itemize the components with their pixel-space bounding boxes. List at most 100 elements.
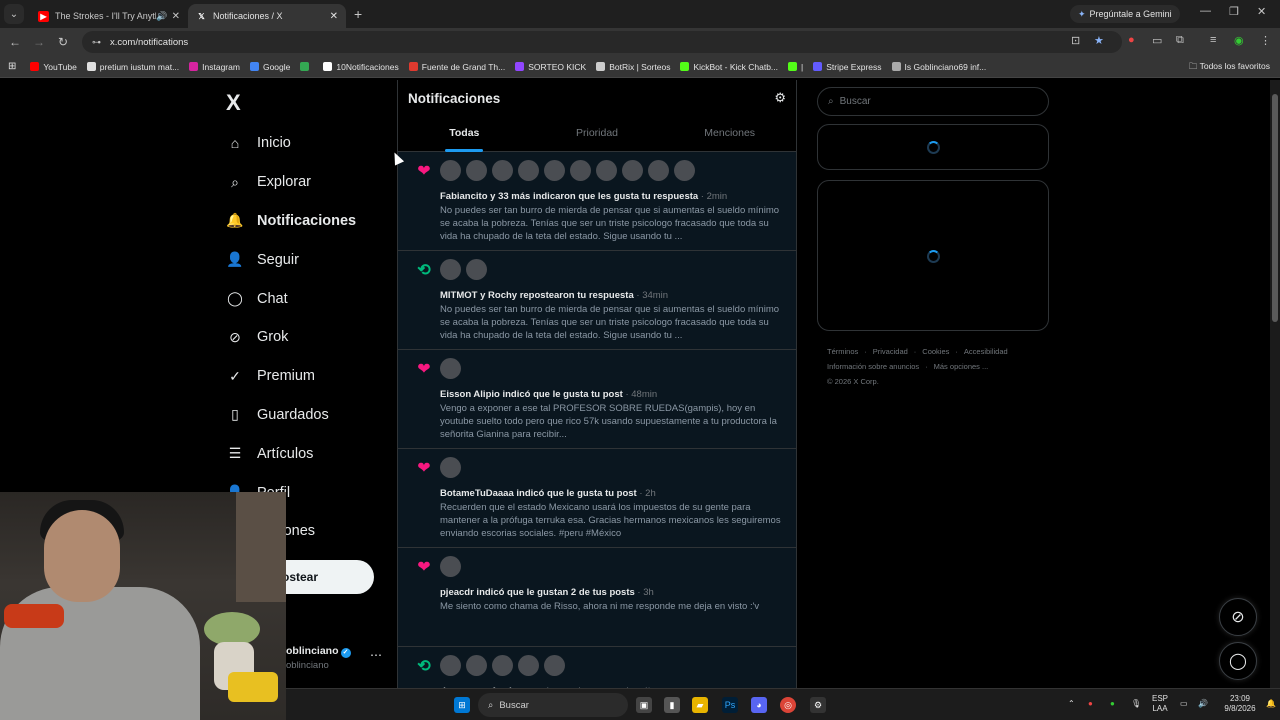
notification-item[interactable]: ⟲draxerso y 4 más repostearon tu respues… [398,647,796,688]
bookmark-item[interactable]: KickBot - Kick Chatb... [680,62,778,72]
avatar[interactable] [440,160,461,181]
close-window-button[interactable]: ✕ [1257,5,1266,18]
browser-tab-youtube[interactable]: ▶ The Strokes - I'll Try Anythin 🔊 ✕ [30,4,188,28]
avatar[interactable] [492,160,513,181]
footer-link[interactable]: Accesibilidad [964,347,1008,356]
app-icon-2[interactable]: ⚙ [810,697,826,713]
chrome-menu-icon[interactable]: ⋮ [1260,34,1271,47]
avatar[interactable] [440,556,461,577]
actor-name[interactable]: Fabiancito [440,191,488,202]
bookmark-star-icon[interactable]: ★ [1094,34,1104,47]
bookmark-item[interactable]: YouTube [30,62,77,72]
page-scrollbar[interactable] [1270,80,1280,688]
notification-item[interactable]: ❤ pjeacdr indicó que le gustan 2 de tus p… [398,548,796,647]
ask-gemini-button[interactable]: ✦ Pregúntale a Gemini [1070,5,1180,23]
speaker-icon[interactable]: 🔊 [156,11,167,22]
bookmark-item[interactable]: Stripe Express [813,62,882,72]
close-tab-icon[interactable]: ✕ [172,11,180,22]
avatar[interactable] [648,160,669,181]
actor-name[interactable]: pjeacdr [440,587,474,598]
avatar[interactable] [466,259,487,280]
settings-gear-icon[interactable]: ⚙ [774,90,786,106]
tab-search-button[interactable]: ⌄ [4,4,24,24]
restore-button[interactable]: ❐ [1229,5,1239,18]
avatar[interactable] [544,655,565,676]
microphone-icon[interactable]: 🎙 [1131,699,1141,709]
avatar[interactable] [466,160,487,181]
avatar[interactable] [440,457,461,478]
tab-todas[interactable]: Todas [398,122,531,152]
avatar[interactable] [544,160,565,181]
avatar[interactable] [518,160,539,181]
notifications-icon[interactable]: 🔔 [1266,699,1276,709]
volume-icon[interactable]: 🔊 [1198,699,1208,709]
notification-item[interactable]: ❤ BotameTuDaaaa indicó que le gusta tu po… [398,449,796,548]
chrome-icon[interactable]: ◎ [780,697,796,713]
avatar[interactable] [674,160,695,181]
avatar[interactable] [622,160,643,181]
sidebar-item-add-user[interactable]: 👤 Seguir [226,240,356,279]
actor-name[interactable]: BotameTuDaaaa [440,488,514,499]
sidebar-item-bookmark[interactable]: ▯ Guardados [226,396,356,435]
search-input[interactable]: ⌕ Buscar [817,87,1049,116]
task-view-icon[interactable]: ▣ [636,697,652,713]
notification-item[interactable]: ⟲ MITMOT y Rochy repostearon tu respuesta… [398,251,796,350]
footer-link[interactable]: Información sobre anuncios [827,362,919,371]
sidebar-item-article[interactable]: ☰ Artículos [226,434,356,473]
sidebar-item-chat[interactable]: ◯ Chat [226,279,356,318]
windows-start-icon[interactable]: ⊞ [454,697,470,713]
reload-icon[interactable]: ↻ [51,35,75,49]
tray-app-icon[interactable]: ● [1088,699,1093,709]
minimize-button[interactable]: — [1200,5,1211,17]
bookmark-item[interactable] [300,62,313,72]
actor-name[interactable]: MITMOT [440,290,477,301]
app-icon[interactable]: ▮ [664,697,680,713]
bookmark-item[interactable]: Fuente de Grand Th... [408,62,505,72]
tab-prioridad[interactable]: Prioridad [531,122,664,152]
sidebar-item-home[interactable]: ⌂ Inicio [226,124,356,163]
avatar[interactable] [518,655,539,676]
back-icon[interactable]: ← [3,35,27,49]
bookmark-item[interactable]: SORTEO KICK [515,62,586,72]
avatar[interactable] [440,358,461,379]
extension-icon[interactable]: ● [1128,34,1135,46]
photoshop-icon[interactable]: Ps [722,697,738,713]
tray-overflow-icon[interactable]: ⌃ [1068,699,1075,709]
x-logo[interactable]: X [226,90,241,116]
tray-app-icon-2[interactable]: ● [1110,699,1115,709]
footer-link[interactable]: Más opciones ... [934,362,989,371]
footer-link[interactable]: Cookies [922,347,949,356]
bookmark-item[interactable]: pretium iustum mat... [86,62,179,72]
extension-icon-2[interactable]: ▭ [1152,34,1162,47]
apps-grid-icon[interactable]: ⊞ [8,61,16,72]
avatar[interactable] [466,655,487,676]
clock[interactable]: 23:09 9/8/2026 [1220,694,1260,714]
new-tab-button[interactable]: + [354,6,362,22]
close-tab-icon[interactable]: ✕ [330,11,338,22]
sidebar-item-grok[interactable]: ⊘ Grok [226,318,356,357]
footer-link[interactable]: Privacidad [873,347,908,356]
extensions-puzzle-icon[interactable]: ⧉ [1176,34,1184,47]
profile-avatar-icon[interactable]: ◉ [1234,34,1244,47]
grok-fab-icon[interactable]: ⊘ [1219,598,1257,636]
all-favorites-folder[interactable]: 🗀 Todos los favoritos [1189,61,1270,75]
avatar[interactable] [570,160,591,181]
sidebar-item-bell[interactable]: 🔔 Notificaciones [226,202,356,241]
file-explorer-icon[interactable]: ▰ [692,697,708,713]
site-info-icon[interactable]: ⊶ [92,37,104,48]
network-icon[interactable]: ▭ [1180,699,1188,709]
avatar[interactable] [492,655,513,676]
avatar[interactable] [596,160,617,181]
bookmark-item[interactable]: Google [249,62,290,72]
notification-item[interactable]: ❤ Eisson Alipio indicó que le gusta tu po… [398,350,796,449]
avatar[interactable] [440,259,461,280]
more-icon[interactable]: ⋯ [370,648,382,662]
footer-link[interactable]: Términos [827,347,858,356]
forward-icon[interactable]: → [27,35,51,49]
scrollbar-thumb[interactable] [1272,94,1278,322]
address-bar[interactable]: ⊶ x.com/notifications [82,31,1122,53]
sidebar-item-premium[interactable]: ✓ Premium [226,357,356,396]
avatar[interactable] [440,655,461,676]
install-app-icon[interactable]: ⊡ [1071,34,1080,47]
notification-item[interactable]: ❤ Fabiancito y 33 más indicaron que les g… [398,152,796,251]
